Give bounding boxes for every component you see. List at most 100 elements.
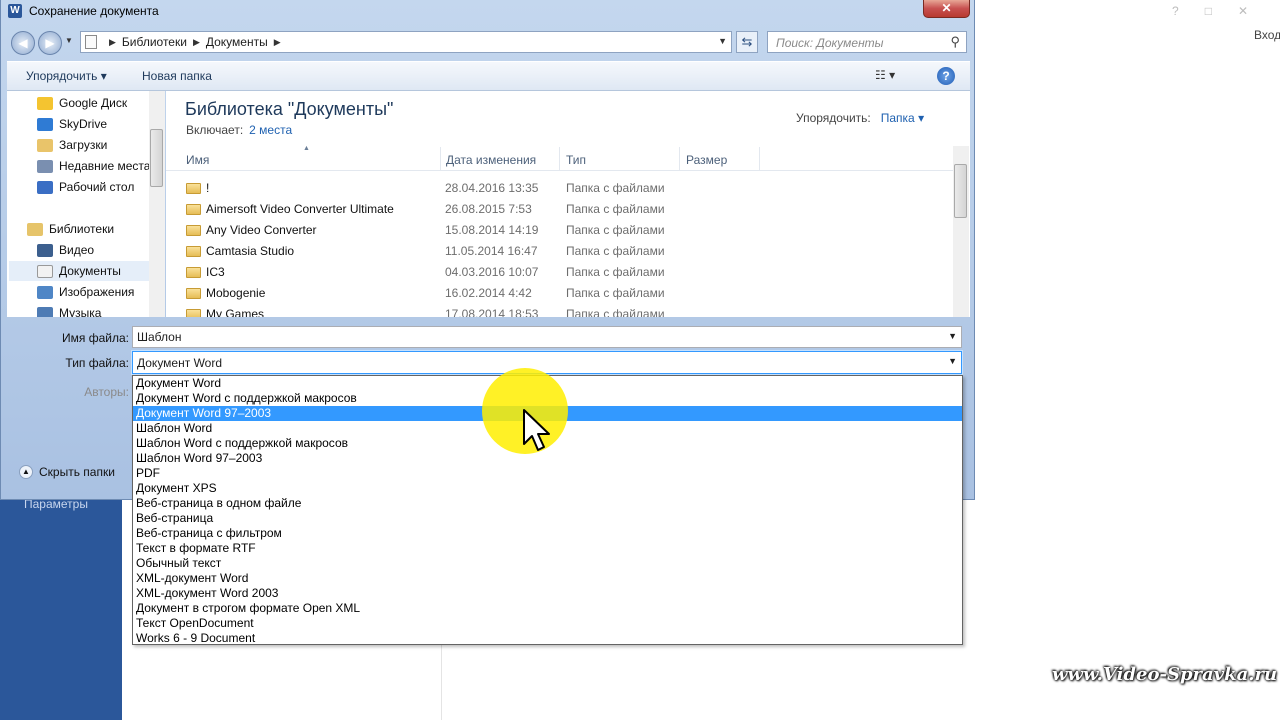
nav-item-documents[interactable]: Документы xyxy=(9,261,151,281)
table-row[interactable]: My Games 17.08.2014 18:53 Папка с файлами xyxy=(166,304,956,317)
file-type: Папка с файлами xyxy=(566,202,665,216)
filetype-label: Тип файла: xyxy=(65,356,129,370)
nav-item-skydrive[interactable]: SkyDrive xyxy=(37,114,107,134)
change-view-button[interactable]: ☷ ▾ xyxy=(875,68,895,82)
dropdown-option[interactable]: Works 6 - 9 Document xyxy=(133,631,962,646)
dropdown-option[interactable]: Веб-страница xyxy=(133,511,962,526)
organize-button[interactable]: Упорядочить ▾ xyxy=(26,69,107,83)
table-row[interactable]: IC3 04.03.2016 10:07 Папка с файлами xyxy=(166,262,956,283)
command-toolbar: Упорядочить ▾ Новая папка ☷ ▾ ? xyxy=(7,61,970,91)
backstage-divider xyxy=(441,640,442,720)
address-dropdown-icon[interactable]: ▼ xyxy=(718,36,727,46)
hide-folders-button[interactable]: ▲ Скрыть папки xyxy=(19,465,115,479)
dropdown-option[interactable]: Документ в строгом формате Open XML xyxy=(133,601,962,616)
desktop-icon xyxy=(37,180,53,194)
file-type: Папка с файлами xyxy=(566,307,665,317)
search-icon[interactable]: ⚲ xyxy=(950,34,960,50)
breadcrumb-separator-icon[interactable]: ▶ xyxy=(193,37,200,48)
column-name[interactable]: Имя xyxy=(186,153,209,167)
nav-item-libraries[interactable]: Библиотеки xyxy=(27,219,114,239)
back-button[interactable]: ◀ xyxy=(11,31,35,55)
nav-item-recent-places[interactable]: Недавние места xyxy=(37,156,150,176)
recent-pages-dropdown[interactable]: ▼ xyxy=(65,36,73,45)
navpane-scrollbar[interactable] xyxy=(149,91,165,317)
new-folder-button[interactable]: Новая папка xyxy=(142,69,212,83)
filename-label: Имя файла: xyxy=(62,331,129,345)
nav-item-pictures[interactable]: Изображения xyxy=(37,282,134,302)
address-bar[interactable]: ▶ Библиотеки ▶ Документы ▶ ▼ xyxy=(80,31,732,53)
file-list-scroll-thumb[interactable] xyxy=(954,164,967,218)
navigation-pane: Google Диск SkyDrive Загрузки Недавние м… xyxy=(7,91,165,317)
dialog-titlebar: W Сохранение документа ✕ xyxy=(1,0,976,23)
table-row[interactable]: ! 28.04.2016 13:35 Папка с файлами xyxy=(166,178,956,199)
folder-icon xyxy=(186,309,201,317)
table-row[interactable]: Any Video Converter 15.08.2014 14:19 Папка… xyxy=(166,220,956,241)
nav-item-desktop[interactable]: Рабочий стол xyxy=(37,177,134,197)
search-input[interactable]: Поиск: Документы ⚲ xyxy=(767,31,967,53)
refresh-button[interactable]: ⇆ xyxy=(736,31,758,53)
forward-button[interactable]: ▶ xyxy=(38,31,62,55)
close-button[interactable]: ✕ xyxy=(923,0,970,18)
filename-input[interactable]: Шаблон ▼ xyxy=(132,326,962,348)
chevron-down-icon[interactable]: ▼ xyxy=(948,331,957,341)
table-row[interactable]: Camtasia Studio 11.05.2014 16:47 Папка с ф… xyxy=(166,241,956,262)
file-list-scrollbar[interactable] xyxy=(953,146,969,317)
help-icon[interactable]: ? xyxy=(937,67,955,85)
dropdown-option[interactable]: Текст в формате RTF xyxy=(133,541,962,556)
minimize-icon[interactable]: ? xyxy=(1172,4,1179,18)
documents-icon xyxy=(37,264,53,278)
nav-item-music[interactable]: Музыка xyxy=(37,303,101,317)
file-type: Папка с файлами xyxy=(566,286,665,300)
nav-item-label: Изображения xyxy=(59,285,135,299)
breadcrumb-libraries[interactable]: Библиотеки xyxy=(122,35,187,49)
column-divider[interactable] xyxy=(759,147,760,171)
table-row[interactable]: Mobogenie 16.02.2014 4:42 Папка с файлами xyxy=(166,283,956,304)
arrange-dropdown[interactable]: Папка ▾ xyxy=(881,111,924,125)
column-divider[interactable] xyxy=(440,147,441,171)
column-divider[interactable] xyxy=(559,147,560,171)
file-type: Папка с файлами xyxy=(566,223,665,237)
file-type: Папка с файлами xyxy=(566,265,665,279)
dialog-title: Сохранение документа xyxy=(29,4,159,18)
dropdown-option[interactable]: XML-документ Word 2003 xyxy=(133,586,962,601)
filename-value: Шаблон xyxy=(137,330,182,344)
file-date: 28.04.2016 13:35 xyxy=(445,181,539,195)
column-divider[interactable] xyxy=(679,147,680,171)
navpane-scroll-thumb[interactable] xyxy=(150,129,163,187)
dropdown-option[interactable]: Обычный текст xyxy=(133,556,962,571)
file-date: 16.02.2014 4:42 xyxy=(445,286,532,300)
column-type[interactable]: Тип xyxy=(566,153,586,167)
restore-icon[interactable]: □ xyxy=(1205,4,1212,18)
folder-icon xyxy=(186,225,201,236)
close-window-icon[interactable]: ✕ xyxy=(1238,4,1248,18)
nav-item-downloads[interactable]: Загрузки xyxy=(37,135,107,155)
breadcrumb-separator-icon[interactable]: ▶ xyxy=(274,37,281,48)
table-row[interactable]: Aimersoft Video Converter Ultimate 26.08.… xyxy=(166,199,956,220)
libraries-icon xyxy=(27,222,43,236)
dropdown-option[interactable]: Документ XPS xyxy=(133,481,962,496)
authors-label: Авторы: xyxy=(84,385,129,399)
dropdown-option[interactable]: Веб-страница с фильтром xyxy=(133,526,962,541)
includes-locations-link[interactable]: 2 места xyxy=(249,123,292,137)
file-name: My Games xyxy=(206,307,265,317)
folder-icon xyxy=(186,288,201,299)
file-name: Camtasia Studio xyxy=(206,244,295,258)
nav-item-video[interactable]: Видео xyxy=(37,240,94,260)
dropdown-option[interactable]: Веб-страница в одном файле xyxy=(133,496,962,511)
nav-item-label: Библиотеки xyxy=(49,222,115,236)
login-link[interactable]: Вход xyxy=(1254,28,1280,42)
filetype-select[interactable]: Документ Word ▼ xyxy=(132,351,962,374)
column-date[interactable]: Дата изменения xyxy=(446,153,536,167)
nav-item-google-drive[interactable]: Google Диск xyxy=(37,93,127,113)
column-size[interactable]: Размер xyxy=(686,153,727,167)
word-icon: W xyxy=(8,4,22,18)
breadcrumb-separator-icon[interactable]: ▶ xyxy=(109,37,116,48)
library-includes: Включает: 2 места xyxy=(186,123,292,137)
breadcrumb-documents[interactable]: Документы xyxy=(206,35,268,49)
dropdown-option[interactable]: XML-документ Word xyxy=(133,571,962,586)
includes-label: Включает: xyxy=(186,123,244,137)
pictures-icon xyxy=(37,285,53,299)
dropdown-option[interactable]: PDF xyxy=(133,466,962,481)
dropdown-option[interactable]: Текст OpenDocument xyxy=(133,616,962,631)
chevron-down-icon[interactable]: ▼ xyxy=(948,356,957,366)
